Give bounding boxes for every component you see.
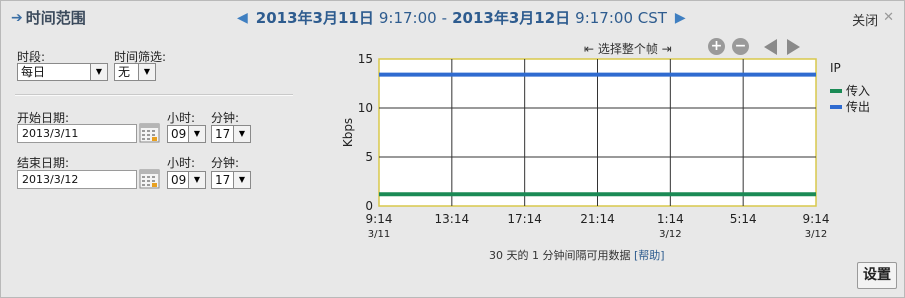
previous-range-icon[interactable]: ◀ <box>237 10 248 26</box>
close-button[interactable]: 关闭 ✕ <box>852 10 894 29</box>
x-tick-label: 9:14 <box>366 212 393 226</box>
end-minute-value: 17 <box>215 173 231 187</box>
start-minute-value: 17 <box>215 127 231 141</box>
end-minute-select[interactable]: 17 ▼ <box>211 171 251 189</box>
end-minute-label: 分钟: <box>211 156 240 170</box>
next-range-icon[interactable]: ▶ <box>675 10 686 26</box>
legend-swatch <box>830 88 842 93</box>
divider <box>15 94 293 96</box>
x-tick-label: 1:14 <box>657 212 684 226</box>
x-tick-label: 5:14 <box>730 212 757 226</box>
end-hour-select[interactable]: 09 ▼ <box>167 171 206 189</box>
time-range-panel: ➔ 时间范围 ◀ 2013年3月11日 9:17:00 - 2013年3月12日… <box>0 0 905 298</box>
start-date-value: 2013/3/11 <box>22 127 79 140</box>
calendar-icon[interactable] <box>139 168 161 190</box>
range-start-time: 9:17:00 <box>378 8 437 27</box>
chevron-down-icon: ▼ <box>138 64 155 80</box>
range-end-date: 2013年3月12日 <box>452 9 571 27</box>
legend-title: IP <box>830 61 841 75</box>
end-date-value: 2013/3/12 <box>22 173 79 186</box>
x-tick-sublabel: 3/11 <box>368 229 390 240</box>
end-date-input[interactable]: 2013/3/12 <box>17 170 137 189</box>
start-hour-value: 09 <box>171 127 187 141</box>
chevron-down-icon: ▼ <box>188 126 205 142</box>
y-tick-label: 10 <box>358 101 373 115</box>
legend-item-inbound: 传入 <box>830 82 870 99</box>
end-date-label: 结束日期: <box>17 156 70 170</box>
start-minute-label: 分钟: <box>211 111 240 125</box>
start-hour-select[interactable]: 09 ▼ <box>167 125 206 143</box>
x-tick-label: 17:14 <box>507 212 542 226</box>
time-range-display: ◀ 2013年3月11日 9:17:00 - 2013年3月12日 9:17:0… <box>237 7 686 28</box>
footnote-text: 30 天的 1 分钟间隔可用数据 <box>489 249 631 262</box>
calendar-icon[interactable] <box>139 122 161 144</box>
y-axis-label: Kbps <box>341 118 355 147</box>
panel-title-text: 时间范围 <box>25 9 86 27</box>
start-hour-label: 小时: <box>167 111 196 125</box>
y-tick-label: 15 <box>358 52 373 66</box>
data-availability-note: 30 天的 1 分钟间隔可用数据 [帮助] <box>489 247 665 263</box>
period-select[interactable]: 每日 ▼ <box>17 63 108 81</box>
range-end-time: 9:17:00 CST <box>575 8 667 27</box>
legend-label: 传出 <box>846 100 871 114</box>
end-hour-label: 小时: <box>167 156 196 170</box>
chevron-down-icon: ▼ <box>90 64 107 80</box>
chevron-down-icon: ▼ <box>233 126 250 142</box>
help-link[interactable]: [帮助] <box>634 249 665 262</box>
close-label: 关闭 <box>852 14 879 29</box>
panel-title[interactable]: ➔ 时间范围 <box>11 7 86 28</box>
range-separator: - <box>441 8 448 27</box>
time-filter-select[interactable]: 无 ▼ <box>114 63 156 81</box>
x-tick-label: 13:14 <box>435 212 470 226</box>
x-tick-sublabel: 3/12 <box>805 229 827 240</box>
time-filter-value: 无 <box>118 65 131 79</box>
end-hour-value: 09 <box>171 173 187 187</box>
close-icon: ✕ <box>883 10 894 25</box>
arrow-right-icon: ➔ <box>11 9 23 26</box>
legend-label: 传入 <box>846 84 871 98</box>
start-date-input[interactable]: 2013/3/11 <box>17 124 137 143</box>
legend-item-outbound: 传出 <box>830 98 870 115</box>
chevron-down-icon: ▼ <box>188 172 205 188</box>
legend-swatch <box>830 104 842 109</box>
x-tick-label: 9:14 <box>803 212 830 226</box>
settings-button[interactable]: 设置 <box>857 262 897 289</box>
x-tick-sublabel: 3/12 <box>659 229 681 240</box>
period-value: 每日 <box>21 65 46 79</box>
y-tick-label: 0 <box>365 199 373 213</box>
bandwidth-chart: 0 5 10 15 9:14 3/11 13:14 17:14 21:14 1:14 3/12 5:1… <box>341 52 830 240</box>
start-minute-select[interactable]: 17 ▼ <box>211 125 251 143</box>
range-start-date: 2013年3月11日 <box>255 9 374 27</box>
y-tick-label: 5 <box>365 150 373 164</box>
x-tick-label: 21:14 <box>580 212 615 226</box>
chevron-down-icon: ▼ <box>233 172 250 188</box>
